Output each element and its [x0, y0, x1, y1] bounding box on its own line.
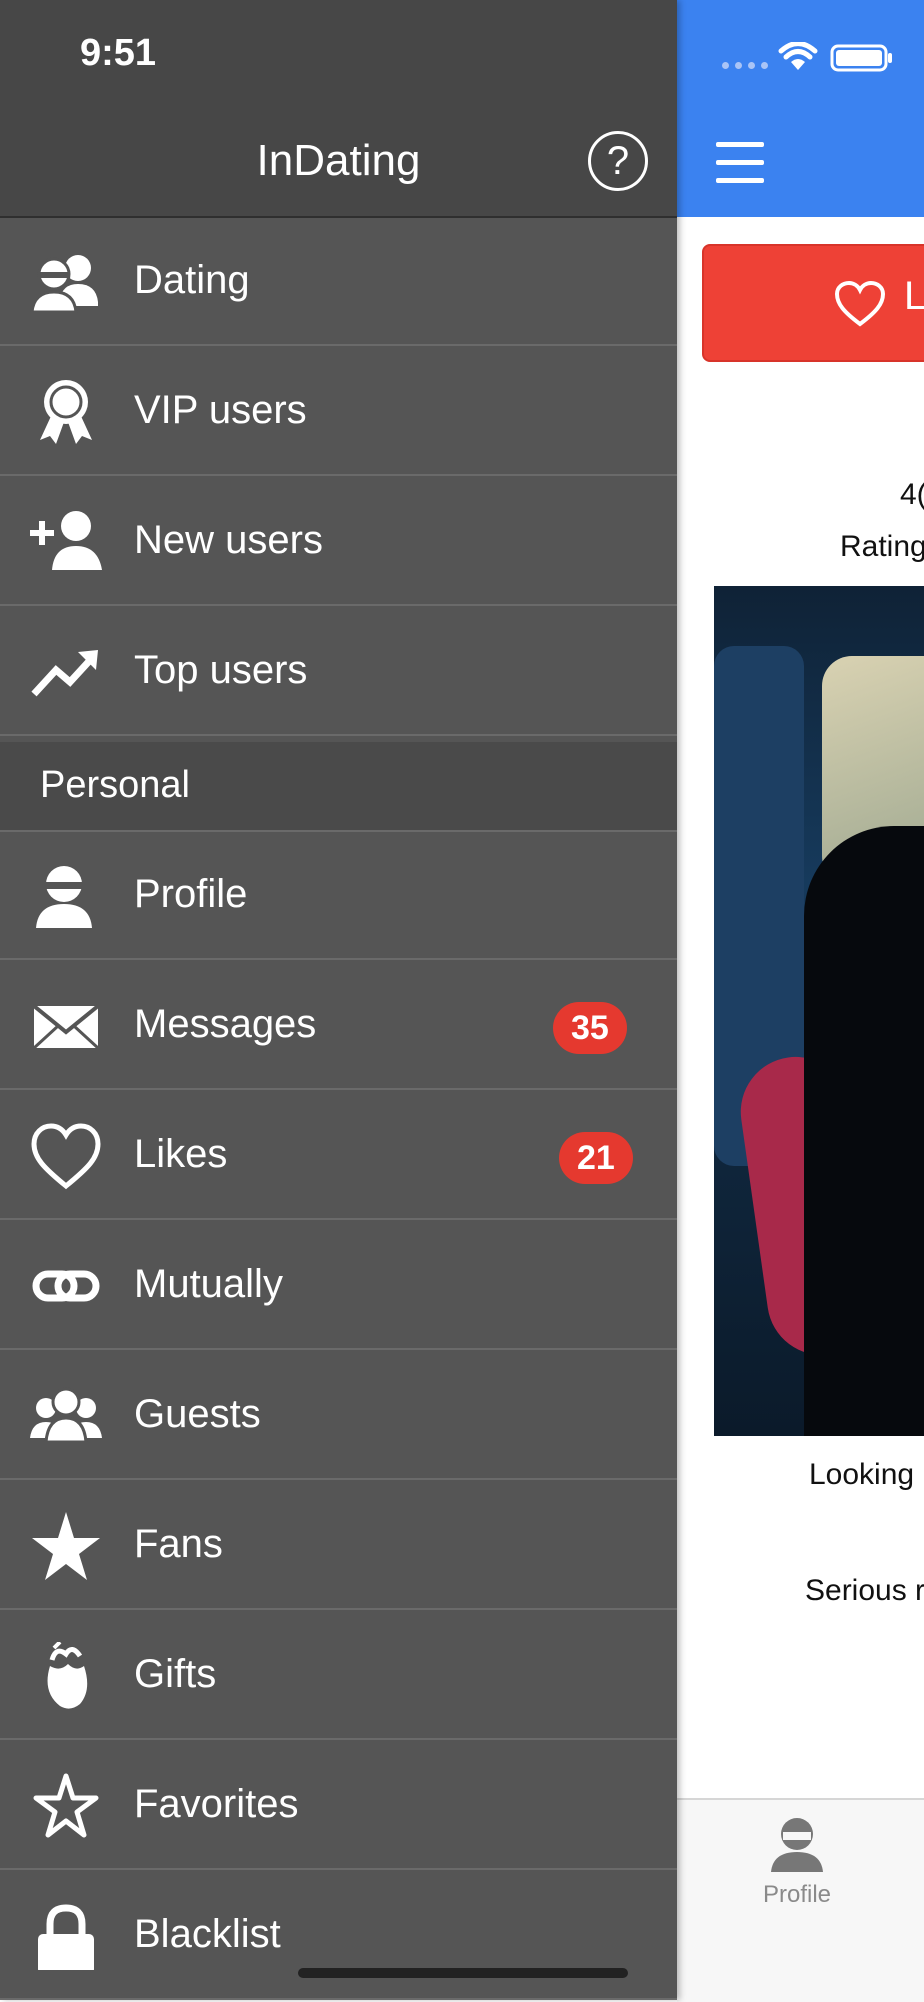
dating-users-icon	[30, 255, 98, 314]
add-user-icon	[30, 511, 102, 570]
menu-item-label: Blacklist	[134, 1912, 281, 1956]
tab-profile-label: Profile	[762, 1881, 832, 1908]
home-indicator	[298, 1968, 628, 1978]
hamburger-menu-icon[interactable]	[714, 140, 768, 186]
section-header-personal: Personal	[0, 742, 677, 832]
like-button-label: L	[904, 274, 924, 318]
menu-item-gifts[interactable]: Gifts	[0, 1612, 677, 1740]
menu-item-blacklist[interactable]: Blacklist	[0, 1872, 677, 2000]
drawer-header: 9:51 InDating ?	[0, 0, 677, 218]
menu-item-label: Profile	[134, 872, 248, 916]
menu-item-label: Likes	[134, 1132, 228, 1176]
profile-photo[interactable]	[714, 586, 924, 1436]
tab-bar: Profile	[677, 1798, 924, 2002]
menu-item-new-users[interactable]: New users	[0, 478, 677, 606]
menu-item-profile[interactable]: Profile	[0, 832, 677, 960]
menu-item-label: New users	[134, 518, 323, 562]
menu-item-label: Messages	[134, 1002, 317, 1046]
navigation-drawer: 9:51 InDating ? Dating VIP users New use…	[0, 0, 677, 2000]
heart-icon	[31, 1123, 101, 1190]
messages-count-badge: 35	[553, 1002, 627, 1054]
tab-profile[interactable]: Profile	[747, 1814, 847, 1914]
link-icon	[32, 1270, 100, 1302]
user-icon	[36, 866, 92, 928]
likes-count-badge: 21	[559, 1132, 633, 1184]
help-button[interactable]: ?	[588, 131, 648, 191]
section-title: Personal	[40, 764, 190, 806]
trending-up-icon	[31, 650, 98, 697]
menu-item-label: Mutually	[134, 1262, 283, 1306]
envelope-icon	[32, 1004, 100, 1050]
menu-item-likes[interactable]: Likes 21	[0, 1092, 677, 1220]
lock-icon	[38, 1904, 94, 1970]
ribbon-award-icon	[40, 380, 92, 444]
menu-item-label: Fans	[134, 1522, 223, 1566]
menu-item-label: Favorites	[134, 1782, 299, 1826]
star-outline-icon	[33, 1773, 99, 1838]
battery-icon	[830, 44, 892, 72]
like-button[interactable]: L	[702, 244, 924, 362]
menu-item-favorites[interactable]: Favorites	[0, 1742, 677, 1870]
relationship-goal-text: Serious r	[805, 1574, 924, 1607]
cellular-signal-icon	[722, 62, 768, 69]
menu-item-guests[interactable]: Guests	[0, 1352, 677, 1480]
menu-item-label: Dating	[134, 258, 250, 302]
menu-item-label: Top users	[134, 648, 308, 692]
rating-label: Rating	[840, 530, 924, 563]
user-icon	[771, 1818, 823, 1872]
menu-item-dating[interactable]: Dating	[0, 218, 677, 346]
app-title: InDating	[256, 136, 421, 185]
heart-outline-icon	[834, 280, 886, 327]
menu-item-top-users[interactable]: Top users	[0, 608, 677, 736]
group-icon	[30, 1387, 102, 1444]
menu-item-label: Gifts	[134, 1652, 217, 1696]
star-filled-icon	[32, 1512, 100, 1580]
menu-item-fans[interactable]: Fans	[0, 1482, 677, 1610]
menu-item-label: Guests	[134, 1392, 261, 1436]
status-bar-indicators	[720, 40, 920, 76]
menu-item-label: VIP users	[134, 388, 307, 432]
gift-flower-icon	[47, 1642, 88, 1709]
looking-for-label: Looking	[809, 1458, 915, 1491]
profile-counter: 4(	[900, 478, 924, 511]
status-time: 9:51	[80, 32, 157, 74]
menu-item-messages[interactable]: Messages 35	[0, 962, 677, 1090]
menu-item-mutually[interactable]: Mutually	[0, 1222, 677, 1350]
menu-item-vip-users[interactable]: VIP users	[0, 348, 677, 476]
wifi-icon	[778, 42, 818, 70]
